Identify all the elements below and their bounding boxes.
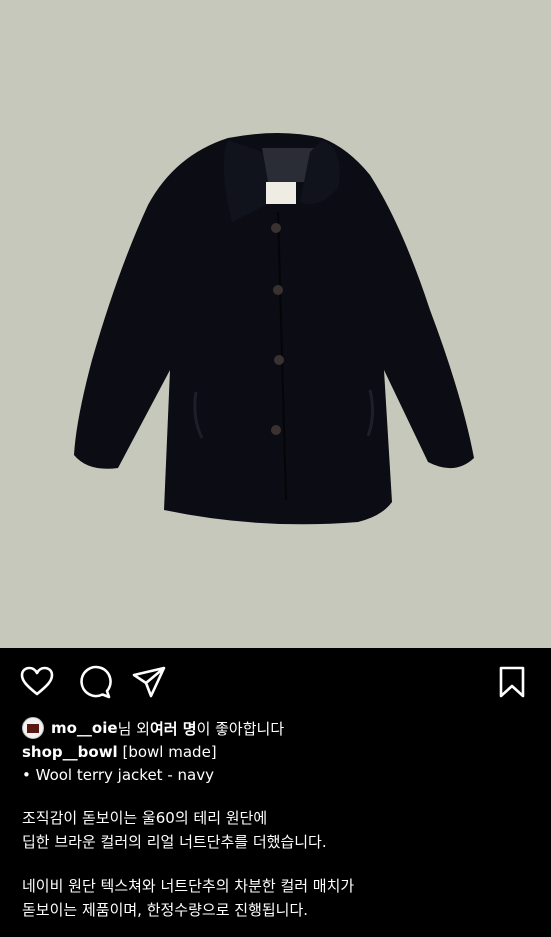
- caption-item-line: • Wool terry jacket - navy: [22, 766, 214, 784]
- comment-button[interactable]: [76, 664, 112, 700]
- caption-paragraph-line: 딥한 브라운 컬러의 리얼 너트단추를 더했습니다.: [22, 833, 327, 851]
- liker-username[interactable]: mo__oie: [51, 719, 118, 737]
- comment-icon: [80, 665, 112, 699]
- likes-text-2: 이 좋아합니다: [196, 719, 285, 738]
- caption-paragraph-line: 돋보이는 제품이며, 한정수량으로 진행됩니다.: [22, 901, 309, 919]
- like-button[interactable]: [19, 664, 55, 700]
- caption-paragraph-line: 조직감이 돋보이는 울60의 테리 원단에: [22, 809, 268, 827]
- send-icon: [132, 666, 166, 698]
- post-actions-bar: [0, 648, 551, 716]
- caption-title: [bowl made]: [122, 743, 217, 761]
- likes-summary: mo__oie 님 외 여러 명 이 좋아합니다: [22, 716, 284, 740]
- likes-others-link[interactable]: 여러 명: [150, 718, 197, 739]
- post-photo[interactable]: [0, 0, 551, 648]
- bookmark-icon: [499, 666, 525, 698]
- caption-paragraph-line: 네이비 원단 텍스쳐와 너트단추의 차분한 컬러 매치가: [22, 877, 355, 895]
- share-button[interactable]: [131, 664, 167, 700]
- save-button[interactable]: [494, 664, 530, 700]
- heart-icon: [20, 666, 54, 696]
- caption-header: shop__bowl [bowl made]: [22, 740, 217, 764]
- avatar[interactable]: [22, 717, 44, 739]
- jacket-illustration: [74, 133, 474, 525]
- likes-text-1: 님 외: [117, 719, 150, 738]
- caption-username[interactable]: shop__bowl: [22, 743, 118, 761]
